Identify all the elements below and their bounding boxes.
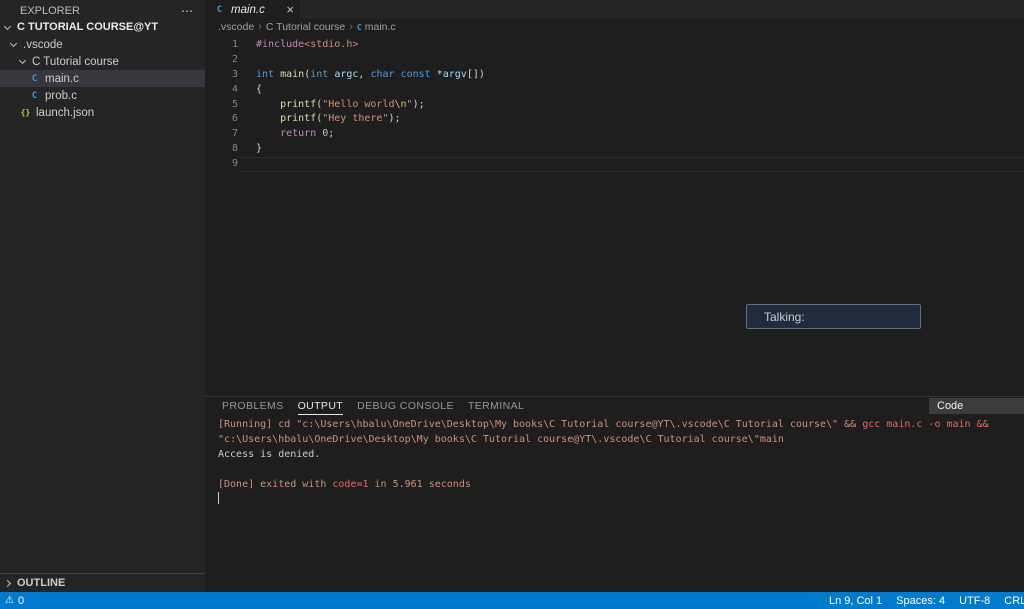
code-line-8: 8} [205,142,1024,157]
item-label: launch.json [36,107,94,119]
problems-status[interactable]: ⚠ 0 [0,595,24,607]
item-label: prob.c [45,90,77,102]
code-line-4: 4{ [205,83,1024,98]
line-number: 5 [205,98,238,113]
output-cursor-line [218,492,1024,507]
code-line-7: 7 return 0; [205,127,1024,142]
output-channel-value: Code [937,400,963,412]
statusbar-right: Ln 9, Col 1Spaces: 4UTF-8CRLF [822,595,1024,607]
breadcrumb-item[interactable]: C Tutorial course [266,21,345,33]
code-line-5: 5 printf("Hello world\n"); [205,98,1024,113]
line-content: return 0; [238,127,1024,142]
line-content [238,157,1024,172]
file-item-prob-c[interactable]: Cprob.c [0,87,205,104]
item-label: main.c [45,73,79,85]
output-line: [Running] cd "c:\Users\hbalu\OneDrive\De… [218,418,1024,433]
line-number: 6 [205,112,238,127]
output-line [218,463,1024,478]
item-label: C Tutorial course [32,56,119,68]
outline-section-header[interactable]: OUTLINE [0,573,205,592]
code-line-6: 6 printf("Hey there"); [205,112,1024,127]
folder-item-c-tutorial-course[interactable]: C Tutorial course [0,53,205,70]
explorer-tree: .vscodeC Tutorial courseCmain.cCprob.c{}… [0,36,205,121]
line-content: printf("Hey there"); [238,112,1024,127]
panel-tabs: PROBLEMS OUTPUT DEBUG CONSOLE TERMINAL [222,398,524,415]
file-item-launch-json[interactable]: {} launch.json [0,104,205,121]
code-line-2: 2 [205,53,1024,68]
tab-bar: C main.c × [205,0,1024,19]
chevron-right-icon [4,579,11,586]
editor-group: C main.c × .vscode › C Tutorial course › Cma… [205,0,1024,592]
code-line-3: 3int main(int argc, char const *argv[]) [205,68,1024,83]
panel-tab-problems[interactable]: PROBLEMS [222,398,284,415]
line-content: } [238,142,1024,157]
line-number: 8 [205,142,238,157]
chevron-down-icon [19,57,26,64]
status-item-utf-8[interactable]: UTF-8 [952,595,997,607]
line-content: #include<stdio.h> [238,38,1024,53]
output-line: Access is denied. [218,448,1024,463]
tab-main-c[interactable]: C main.c × [205,0,300,19]
breadcrumb-separator: › [258,21,262,33]
tab-label: main.c [231,4,286,16]
status-item-crlf[interactable]: CRLF [997,595,1024,607]
line-number: 9 [205,157,238,172]
status-item-ln-9-col-1[interactable]: Ln 9, Col 1 [822,595,889,607]
breadcrumb-item[interactable]: .vscode [218,21,254,33]
workspace-title: C TUTORIAL COURSE@YT [17,21,158,33]
line-content: printf("Hello world\n"); [238,98,1024,113]
explorer-header: EXPLORER ⋯ [0,0,205,18]
c-file-icon: C [28,91,41,101]
status-bar: ⚠ 0 Ln 9, Col 1Spaces: 4UTF-8CRLF [0,592,1024,609]
line-number: 1 [205,38,238,53]
bottom-panel: PROBLEMS OUTPUT DEBUG CONSOLE TERMINAL Code… [205,396,1024,592]
explorer-title: EXPLORER [20,5,80,17]
output-channel-select[interactable]: Code [929,398,1024,414]
folder-item--vscode[interactable]: .vscode [0,36,205,53]
file-item-main-c[interactable]: Cmain.c [0,70,205,87]
breadcrumb: .vscode › C Tutorial course › Cmain.c [205,19,1024,35]
editor-lines: 1#include<stdio.h>23int main(int argc, c… [205,38,1024,172]
status-item-spaces-4[interactable]: Spaces: 4 [889,595,952,607]
panel-header: PROBLEMS OUTPUT DEBUG CONSOLE TERMINAL Code [205,397,1024,415]
json-file-icon: {} [19,108,32,117]
chevron-down-icon [10,40,17,47]
c-file-icon: C [357,23,362,32]
more-actions-icon[interactable]: ⋯ [181,4,195,18]
c-file-icon: C [28,74,41,84]
panel-tab-debug-console[interactable]: DEBUG CONSOLE [357,398,454,415]
line-number: 3 [205,68,238,83]
line-number: 2 [205,53,238,68]
output-line: [Done] exited with code=1 in 5.961 secon… [218,478,1024,493]
output-line: "c:\Users\hbalu\OneDrive\Desktop\My book… [218,433,1024,448]
talking-overlay-label: Talking: [764,310,805,324]
output-content[interactable]: [Running] cd "c:\Users\hbalu\OneDrive\De… [205,415,1024,507]
code-line-9: 9 [205,157,1024,172]
item-label: .vscode [23,39,63,51]
workspace-section-header[interactable]: C TUTORIAL COURSE@YT [0,18,205,36]
code-line-1: 1#include<stdio.h> [205,38,1024,53]
chevron-down-icon [4,22,11,29]
code-editor[interactable]: 1#include<stdio.h>23int main(int argc, c… [205,35,1024,396]
panel-tab-output[interactable]: OUTPUT [298,398,344,415]
panel-tab-terminal[interactable]: TERMINAL [468,398,524,415]
warning-count: 0 [18,595,24,607]
line-content: { [238,83,1024,98]
text-cursor [218,492,219,504]
line-content: int main(int argc, char const *argv[]) [238,68,1024,83]
talking-overlay: Talking: [746,304,921,329]
line-number: 4 [205,83,238,98]
c-file-icon: C [213,5,226,15]
close-icon[interactable]: × [286,3,294,16]
warning-icon: ⚠ [5,596,14,606]
line-number: 7 [205,127,238,142]
explorer-sidebar: EXPLORER ⋯ C TUTORIAL COURSE@YT .vscode C… [0,0,205,592]
breadcrumb-separator: › [349,21,353,33]
breadcrumb-item[interactable]: main.c [365,21,396,33]
line-content [238,53,1024,68]
outline-title: OUTLINE [17,577,65,589]
